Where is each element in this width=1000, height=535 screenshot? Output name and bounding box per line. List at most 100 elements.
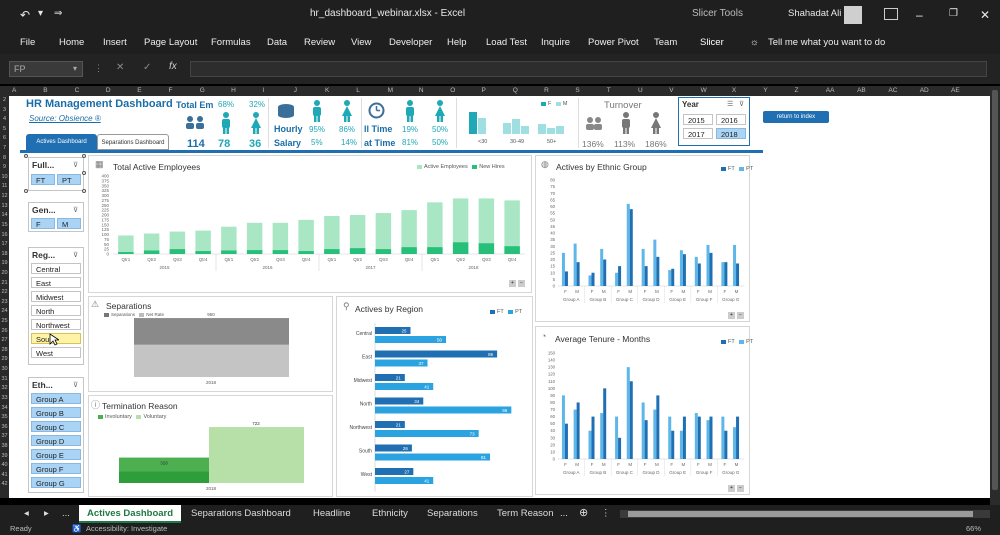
ethnic-panel[interactable]: ◍ Actives by Ethnic Group FT PT 0 5 10 15 20…: [535, 155, 753, 322]
tab-data[interactable]: Data: [267, 37, 287, 48]
row-header[interactable]: 11: [0, 183, 9, 189]
column-header[interactable]: H: [231, 87, 236, 94]
horizontal-scrollbar[interactable]: [620, 510, 990, 518]
tab-page-layout[interactable]: Page Layout: [144, 37, 197, 48]
name-box[interactable]: FP: [9, 61, 83, 77]
expand-icon[interactable]: +: [509, 280, 516, 287]
column-header[interactable]: X: [732, 87, 736, 94]
slicer-option-group-c[interactable]: Group C: [31, 421, 81, 432]
row-header[interactable]: 36: [0, 424, 9, 430]
column-header[interactable]: AA: [826, 87, 835, 94]
minimize-icon[interactable]: –: [916, 8, 923, 22]
resize-handle[interactable]: [24, 154, 28, 158]
formula-input[interactable]: [190, 61, 987, 77]
enter-icon[interactable]: ✓: [143, 62, 151, 73]
row-header[interactable]: 22: [0, 289, 9, 295]
restore-icon[interactable]: ❐: [949, 8, 958, 19]
tab-actives-dashboard-button[interactable]: Actives Dashboard: [26, 134, 97, 150]
sheet-tab-separations[interactable]: Separations: [427, 508, 478, 519]
sheet-tab-actives-dashboard[interactable]: Actives Dashboard: [79, 505, 182, 523]
row-header[interactable]: 24: [0, 308, 9, 314]
tab-developer[interactable]: Developer: [389, 37, 432, 48]
clear-filter-icon[interactable]: ⊽: [73, 206, 78, 214]
column-header[interactable]: D: [106, 87, 111, 94]
ethnic-slicer[interactable]: Eth... ⊽ Group A Group B Group C Group D…: [28, 377, 84, 493]
clear-filter-icon[interactable]: ⊽: [73, 381, 78, 389]
column-header[interactable]: B: [43, 87, 47, 94]
sheet-tab-headline[interactable]: Headline: [313, 508, 351, 519]
column-header[interactable]: E: [137, 87, 141, 94]
column-header[interactable]: M: [388, 87, 393, 94]
tab-insert[interactable]: Insert: [103, 37, 127, 48]
row-header[interactable]: 18: [0, 251, 9, 257]
resize-handle[interactable]: [24, 189, 28, 193]
slicer-option-m[interactable]: M: [57, 218, 81, 229]
row-header[interactable]: 34: [0, 405, 9, 411]
row-header[interactable]: 31: [0, 376, 9, 382]
row-header[interactable]: 9: [0, 164, 9, 170]
expand-icon[interactable]: +: [728, 485, 735, 492]
sheet-tab-term-reason[interactable]: Term Reason: [497, 508, 554, 519]
redo-icon[interactable]: ⇒: [54, 8, 62, 19]
region-slicer[interactable]: Reg... ⊽ Central East Midwest North Nort…: [28, 247, 84, 365]
resize-handle[interactable]: [82, 154, 86, 158]
row-header[interactable]: 21: [0, 280, 9, 286]
total-active-panel[interactable]: ▦ Total Active Employees Active Employee…: [88, 155, 532, 293]
row-header[interactable]: 15: [0, 222, 9, 228]
row-header[interactable]: 29: [0, 356, 9, 362]
tab-inquire[interactable]: Inquire: [541, 37, 570, 48]
slicer-option-group-f[interactable]: Group F: [31, 463, 81, 474]
row-header[interactable]: 28: [0, 347, 9, 353]
column-header[interactable]: Z: [795, 87, 799, 94]
cancel-icon[interactable]: ✕: [116, 62, 124, 73]
separations-panel[interactable]: ⚠ Separations Separations Net Rate 950 20…: [88, 296, 333, 392]
row-header[interactable]: 16: [0, 232, 9, 238]
slicer-option-northwest[interactable]: Northwest: [31, 319, 81, 330]
row-header[interactable]: 13: [0, 203, 9, 209]
resize-handle[interactable]: [82, 189, 86, 193]
sheet-tab-ethnicity[interactable]: Ethnicity: [372, 508, 408, 519]
row-header[interactable]: 32: [0, 385, 9, 391]
row-header[interactable]: 39: [0, 453, 9, 459]
collapse-icon[interactable]: −: [737, 485, 744, 492]
tab-file[interactable]: File: [20, 37, 35, 48]
tab-more-left[interactable]: ...: [62, 508, 70, 519]
column-header[interactable]: S: [575, 87, 579, 94]
return-to-index-button[interactable]: return to index: [763, 111, 829, 123]
source-link[interactable]: Source: Obsience ®: [29, 114, 101, 123]
column-header[interactable]: P: [482, 87, 486, 94]
avatar[interactable]: [844, 6, 862, 24]
column-header[interactable]: AE: [951, 87, 960, 94]
row-header[interactable]: 17: [0, 241, 9, 247]
year-option-2018[interactable]: 2018: [716, 128, 746, 139]
clear-filter-icon[interactable]: ⊽: [73, 161, 78, 169]
tab-help[interactable]: Help: [447, 37, 467, 48]
row-header[interactable]: 2: [0, 97, 9, 103]
clear-filter-icon[interactable]: ⊽: [73, 251, 78, 259]
column-header[interactable]: L: [356, 87, 360, 94]
row-header[interactable]: 19: [0, 260, 9, 266]
column-header[interactable]: G: [200, 87, 205, 94]
column-header[interactable]: F: [169, 87, 173, 94]
column-header[interactable]: T: [607, 87, 611, 94]
tab-power-pivot[interactable]: Power Pivot: [588, 37, 639, 48]
insert-function-icon[interactable]: fx: [169, 61, 177, 72]
tab-formulas[interactable]: Formulas: [211, 37, 251, 48]
column-header[interactable]: J: [294, 87, 297, 94]
undo-dropdown-icon[interactable]: ▾: [38, 8, 43, 19]
slicer-option-group-e[interactable]: Group E: [31, 449, 81, 460]
lightbulb-icon[interactable]: ☼: [750, 37, 759, 48]
slicer-option-group-d[interactable]: Group D: [31, 435, 81, 446]
tab-separations-dashboard-button[interactable]: Separations Dashboard: [97, 134, 169, 150]
year-option-2015[interactable]: 2015: [683, 114, 713, 125]
row-header[interactable]: 14: [0, 212, 9, 218]
column-header[interactable]: U: [638, 87, 643, 94]
vertical-scrollbar[interactable]: [990, 86, 1000, 506]
tab-team[interactable]: Team: [654, 37, 677, 48]
column-header[interactable]: A: [12, 87, 16, 94]
column-header[interactable]: W: [701, 87, 707, 94]
column-header[interactable]: I: [262, 87, 264, 94]
row-header[interactable]: 12: [0, 193, 9, 199]
accessibility-status[interactable]: Accessibility: Investigate: [86, 524, 167, 533]
column-header[interactable]: N: [419, 87, 424, 94]
